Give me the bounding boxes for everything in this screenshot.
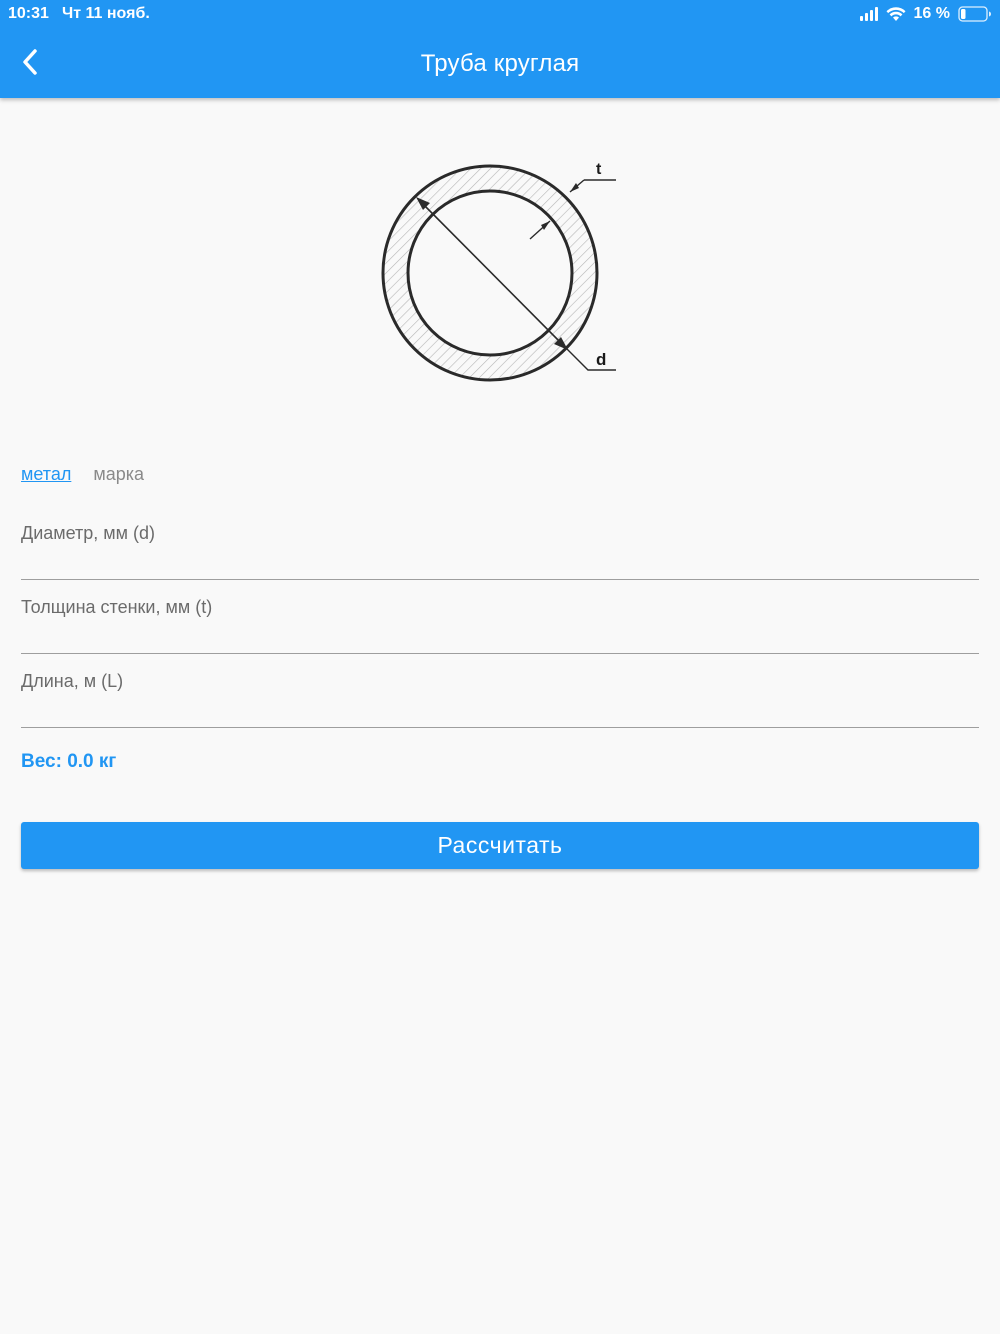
status-date: Чт 11 нояб. [62,5,150,22]
wifi-icon [886,6,906,22]
weight-result: Вес: 0.0 кг [21,751,117,772]
screen: 10:31 Чт 11 нояб. 16 % Труба круглая t d… [0,0,1000,1334]
diagram-label-d: d [596,350,606,369]
tab-grade[interactable]: марка [93,462,144,486]
status-indicators: 16 % [859,3,992,25]
thickness-field [21,580,979,654]
page-title: Труба круглая [420,50,580,77]
pipe-cross-section-diagram: t d [370,150,630,390]
diagram-label-t: t [596,161,602,178]
material-tabs: метал марка [21,462,144,486]
diameter-field [21,506,979,580]
tab-metal[interactable]: метал [21,462,71,486]
length-field [21,654,979,728]
status-time: 10:31 [8,5,49,22]
length-input[interactable] [21,654,979,727]
calculate-button[interactable]: Рассчитать [21,822,979,869]
diameter-input[interactable] [21,506,979,579]
battery-percent: 16 % [913,5,950,22]
thickness-input[interactable] [21,580,979,653]
app-bar: 10:31 Чт 11 нояб. 16 % Труба круглая [0,0,1000,98]
battery-icon [958,6,992,22]
cellular-signal-icon [859,7,878,21]
